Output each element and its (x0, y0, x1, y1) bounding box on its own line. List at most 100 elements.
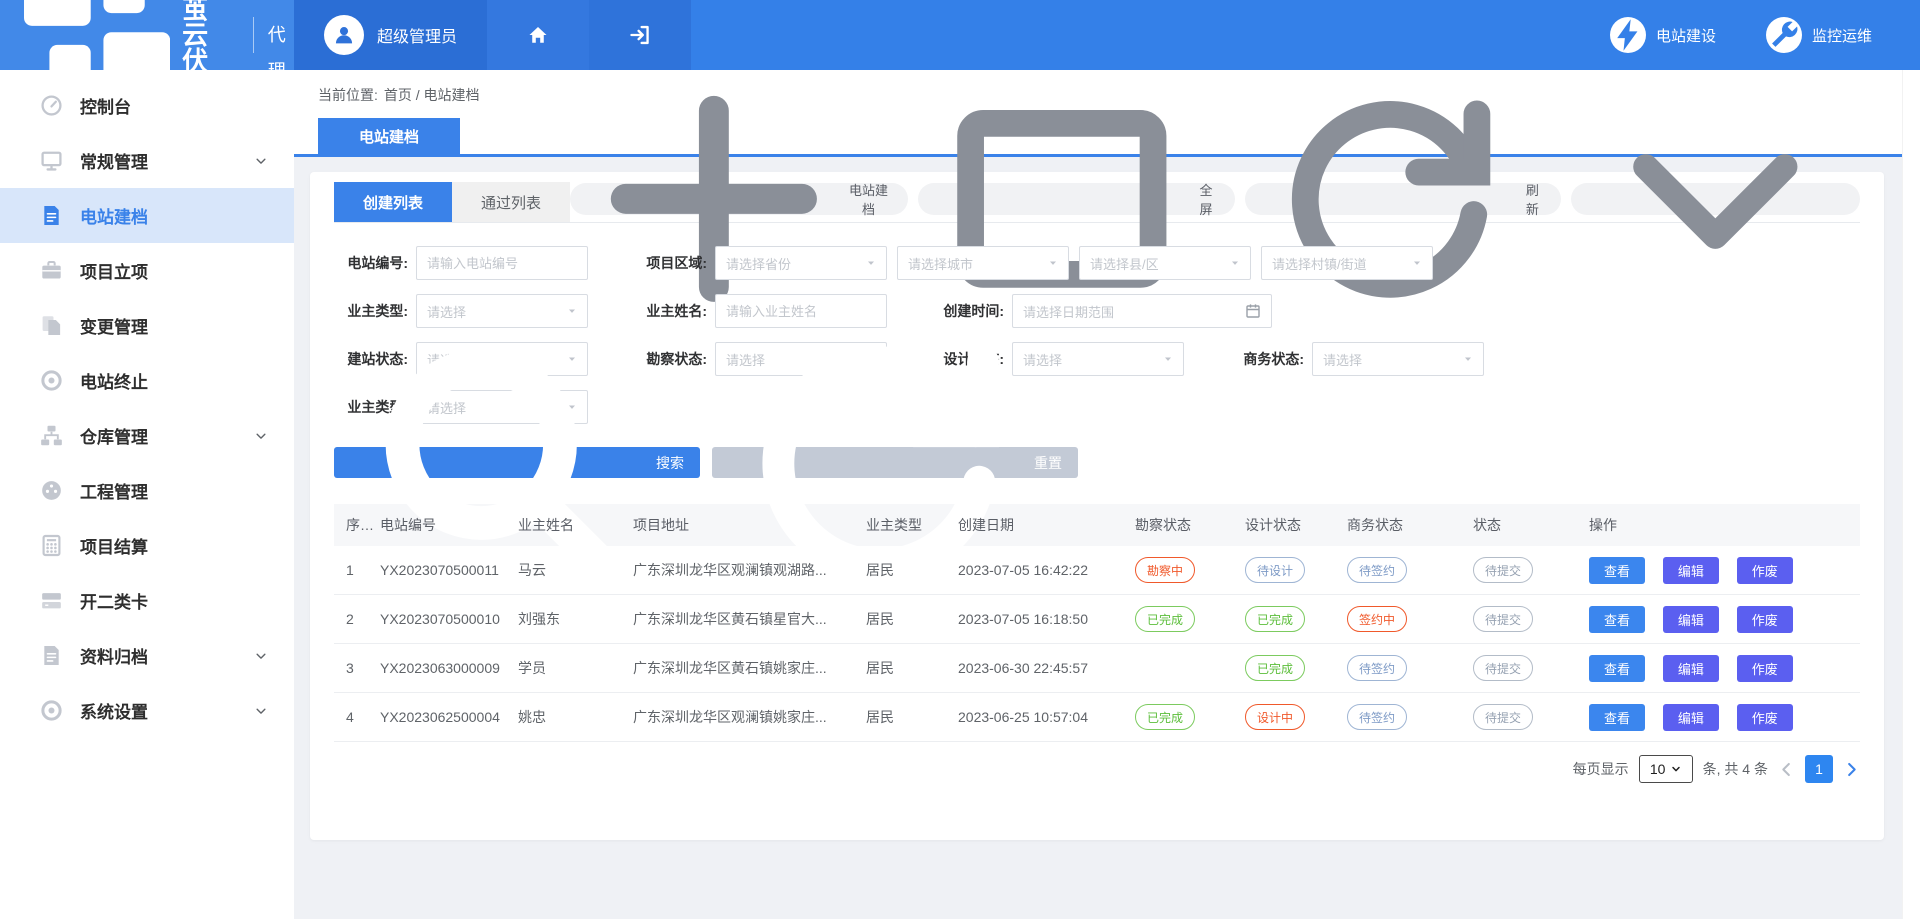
sitemap-icon (40, 424, 63, 447)
status-badge: 已完成 (1245, 655, 1305, 681)
station-code-label: 电站编号: (334, 253, 408, 273)
chevron-down-icon (254, 154, 268, 168)
page-size-select[interactable]: 10 (1639, 755, 1693, 783)
tab-passed-list[interactable]: 通过列表 (452, 182, 570, 222)
archive-icon (40, 644, 63, 667)
chevron-right-icon (1843, 761, 1860, 778)
collapse-toolbar-button[interactable] (1571, 183, 1860, 215)
avatar (324, 15, 364, 55)
calendar-icon (1245, 303, 1261, 319)
caret-down-icon (1412, 258, 1422, 268)
logo-title: 破茧云伏 (182, 0, 239, 74)
sidebar-item-data-archive[interactable]: 资料归档 (0, 628, 294, 683)
status-badge: 待签约 (1347, 704, 1407, 730)
tab-create-list[interactable]: 创建列表 (334, 182, 452, 222)
per-page-label: 每页显示 (1573, 759, 1629, 779)
refresh-icon (1263, 73, 1515, 325)
sidebar-item-project-setup[interactable]: 项目立项 (0, 243, 294, 298)
caret-down-icon (1463, 354, 1473, 364)
chevron-down-icon (254, 704, 268, 718)
station-code-input[interactable] (416, 246, 588, 280)
caret-down-icon (1163, 354, 1173, 364)
view-button[interactable]: 查看 (1589, 704, 1645, 731)
table-row: 3 YX2023063000009 学员 广东深圳龙华区黄石镇姚家庄... 居民… (334, 644, 1860, 693)
chevron-left-icon (1778, 761, 1795, 778)
meter-icon (40, 479, 63, 502)
city-select[interactable]: 请选择城市 (897, 246, 1069, 280)
town-select[interactable]: 请选择村镇/街道 (1261, 246, 1433, 280)
nav-label: 电站建设 (1656, 25, 1716, 46)
caret-down-icon (1230, 258, 1240, 268)
void-button[interactable]: 作废 (1737, 557, 1793, 584)
breadcrumb-path: 首页 / 电站建档 (384, 85, 480, 105)
logout-icon (629, 24, 651, 46)
status-badge: 待提交 (1473, 655, 1533, 681)
card-icon (40, 589, 63, 612)
page-1-button[interactable]: 1 (1805, 755, 1833, 783)
status-badge: 待提交 (1473, 606, 1533, 632)
sidebar-item-system-settings[interactable]: 系统设置 (0, 683, 294, 738)
card-toolbar: 电站建档 全屏 刷新 (570, 183, 1860, 222)
add-station-button[interactable]: 电站建档 (570, 183, 908, 215)
business-status-select[interactable]: 请选择 (1312, 342, 1484, 376)
home-button[interactable] (487, 0, 589, 70)
void-button[interactable]: 作废 (1737, 704, 1793, 731)
refresh-button[interactable]: 刷新 (1245, 183, 1561, 215)
document-icon (40, 204, 63, 227)
date-range-input[interactable]: 请选择日期范围 (1012, 294, 1272, 328)
sidebar-item-station-terminate[interactable]: 电站终止 (0, 353, 294, 408)
next-page-button[interactable] (1843, 761, 1860, 778)
caret-down-icon (1048, 258, 1058, 268)
status-badge: 待签约 (1347, 655, 1407, 681)
calculator-icon (40, 534, 63, 557)
sidebar-item-engineering[interactable]: 工程管理 (0, 463, 294, 518)
fullscreen-button[interactable]: 全屏 (918, 183, 1234, 215)
nav-monitor-ops[interactable]: 监控运维 (1766, 17, 1872, 53)
county-select[interactable]: 请选择县/区 (1079, 246, 1251, 280)
table-row: 4 YX2023062500004 姚忠 广东深圳龙华区观澜镇姚家庄... 居民… (334, 693, 1860, 742)
chevron-down-icon (254, 429, 268, 443)
status-badge: 已完成 (1245, 606, 1305, 632)
sidebar-item-general-mgmt[interactable]: 常规管理 (0, 133, 294, 188)
content-card: 创建列表 通过列表 电站建档 全屏 刷新 (310, 172, 1884, 840)
sidebar-item-console[interactable]: 控制台 (0, 78, 294, 133)
view-button[interactable]: 查看 (1589, 655, 1645, 682)
view-button[interactable]: 查看 (1589, 557, 1645, 584)
scrollbar-track[interactable] (1902, 70, 1920, 919)
sidebar-item-change-mgmt[interactable]: 变更管理 (0, 298, 294, 353)
wrench-icon (1766, 17, 1802, 53)
void-button[interactable]: 作废 (1737, 606, 1793, 633)
view-button[interactable]: 查看 (1589, 606, 1645, 633)
region-label: 项目区域: (633, 253, 707, 273)
edit-button[interactable]: 编辑 (1663, 606, 1719, 633)
page-tab-station-archive[interactable]: 电站建档 (318, 118, 460, 154)
logout-button[interactable] (589, 0, 691, 70)
main-content: 当前位置: 首页 / 电站建档 电站建档 创建列表 通过列表 电站建档 全屏 (294, 70, 1902, 919)
sidebar-item-station-archive[interactable]: 电站建档 (0, 188, 294, 243)
void-button[interactable]: 作废 (1737, 655, 1793, 682)
sidebar-item-type2-card[interactable]: 开二类卡 (0, 573, 294, 628)
status-badge: 设计中 (1245, 704, 1305, 730)
home-icon (527, 24, 549, 46)
edit-button[interactable]: 编辑 (1663, 704, 1719, 731)
edit-button[interactable]: 编辑 (1663, 557, 1719, 584)
search-button[interactable]: 搜索 (334, 447, 700, 478)
design-status-select[interactable]: 请选择 (1012, 342, 1184, 376)
copy-icon (40, 314, 63, 337)
status-badge: 勘察中 (1135, 557, 1195, 583)
logo-area: 破茧云伏 Po Jian Yun Fu 代理端 (0, 0, 294, 70)
portal-label: 代理端 (253, 17, 294, 53)
user-name: 超级管理员 (377, 23, 457, 47)
sidebar-item-warehouse[interactable]: 仓库管理 (0, 408, 294, 463)
sidebar-item-settlement[interactable]: 项目结算 (0, 518, 294, 573)
province-select[interactable]: 请选择省份 (715, 246, 887, 280)
top-bar: 破茧云伏 Po Jian Yun Fu 代理端 超级管理员 电站建设 监控运维 (0, 0, 1920, 70)
edit-button[interactable]: 编辑 (1663, 655, 1719, 682)
gauge-icon (40, 94, 63, 117)
nav-station-build[interactable]: 电站建设 (1610, 17, 1716, 53)
chevron-down-icon (254, 649, 268, 663)
filter-actions: 搜索 重置 (334, 447, 1860, 478)
reset-button[interactable]: 重置 (712, 447, 1078, 478)
user-menu[interactable]: 超级管理员 (294, 0, 487, 70)
prev-page-button[interactable] (1778, 761, 1795, 778)
